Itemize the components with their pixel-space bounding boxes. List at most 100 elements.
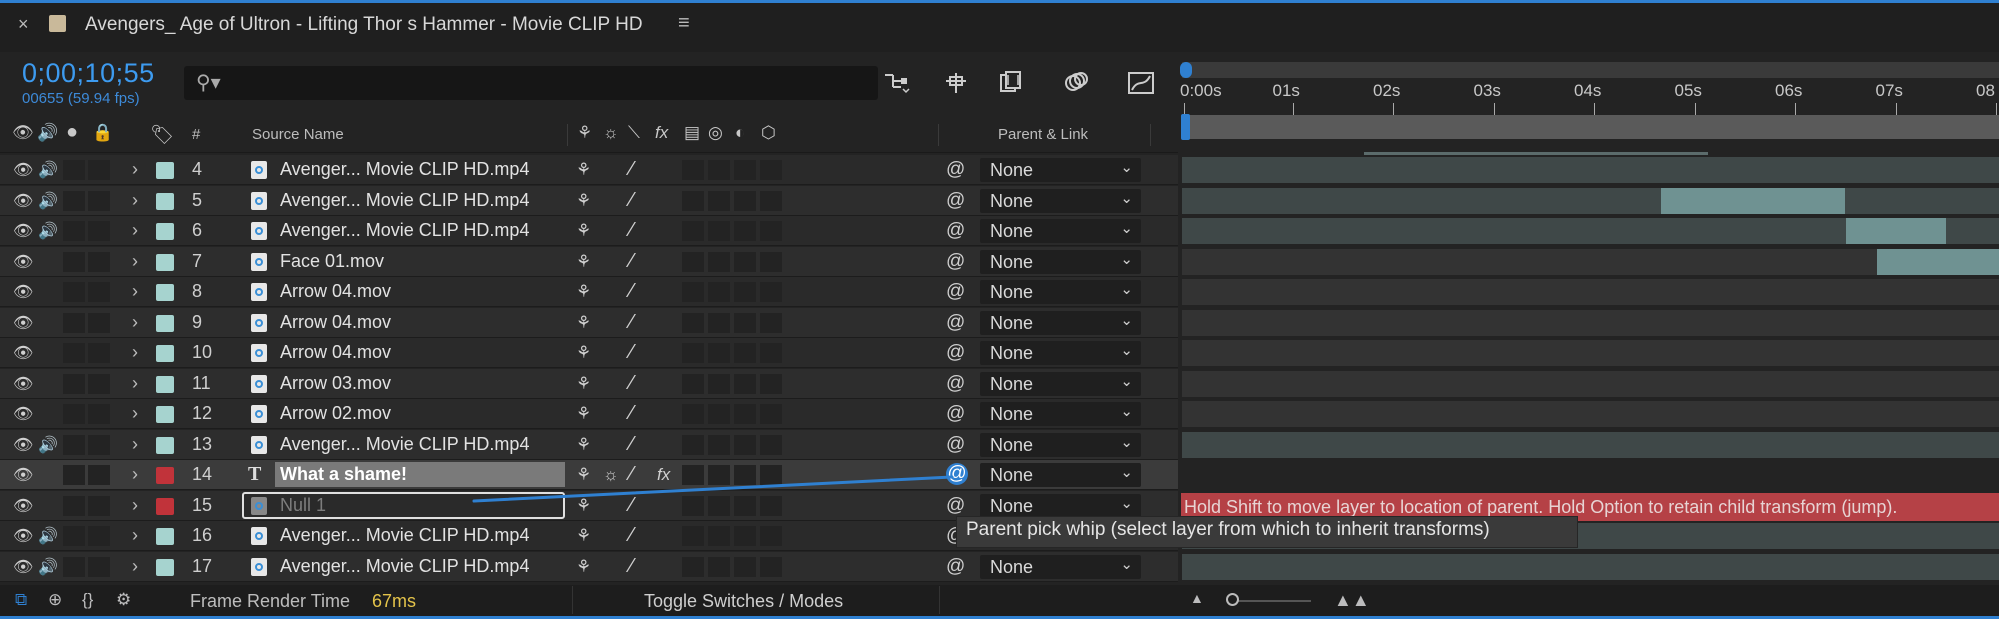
3d-switch[interactable] (760, 557, 782, 577)
solo-switch[interactable] (63, 557, 85, 577)
motion-blur-switch[interactable] (708, 282, 730, 302)
parent-dropdown[interactable]: None ⌄ (980, 250, 1141, 274)
speaker-icon[interactable]: 🔊 (38, 155, 58, 184)
layer-row[interactable]: 👁 › 12 Arrow 02.mov ⚘ ⁄ @ None ⌄ (0, 399, 1178, 429)
eye-icon[interactable]: 👁 (13, 430, 33, 459)
quality-switch-icon[interactable]: ⁄ (630, 399, 633, 428)
shy-switch-icon[interactable]: ⚘ (576, 460, 591, 489)
frame-blend-switch[interactable] (682, 160, 704, 180)
solo-switch[interactable] (63, 282, 85, 302)
solo-switch[interactable] (63, 191, 85, 211)
shy-switch-icon[interactable]: ⚘ (576, 155, 591, 184)
motion-blur-switch[interactable] (708, 221, 730, 241)
chevron-right-icon[interactable]: › (132, 552, 138, 581)
pick-whip-icon[interactable]: @ (946, 399, 965, 428)
transfer-controls-icon[interactable]: ⊕ (48, 590, 62, 610)
quality-switch-icon[interactable]: ⁄ (630, 552, 633, 581)
layer-source-name[interactable]: Arrow 04.mov (280, 308, 391, 337)
parent-dropdown[interactable]: None ⌄ (980, 158, 1141, 182)
layer-source-name[interactable]: What a shame! (280, 460, 407, 489)
label-color-swatch[interactable] (156, 345, 174, 362)
motion-blur-switch[interactable] (708, 404, 730, 424)
solo-switch[interactable] (63, 160, 85, 180)
motion-blur-switch[interactable] (708, 374, 730, 394)
composition-flowchart-icon[interactable] (880, 66, 912, 98)
layer-bar[interactable] (1182, 462, 1999, 488)
adjustment-switch[interactable] (734, 496, 756, 516)
layer-switches-icon[interactable]: ⧉ (15, 590, 27, 610)
layer-source-name[interactable]: Avenger... Movie CLIP HD.mp4 (280, 552, 529, 581)
quality-switch-icon[interactable]: ⁄ (630, 277, 633, 306)
pick-whip-icon[interactable]: @ (946, 216, 965, 245)
adjustment-switch[interactable] (734, 282, 756, 302)
layer-bar[interactable] (1182, 401, 1999, 427)
parent-dropdown[interactable]: None ⌄ (980, 494, 1141, 518)
shy-switch-icon[interactable]: ⚘ (576, 186, 591, 215)
frame-blend-switch[interactable] (682, 404, 704, 424)
lock-switch[interactable] (88, 496, 110, 516)
adjustment-switch[interactable] (734, 465, 756, 485)
motion-blur-switch[interactable] (708, 465, 730, 485)
parent-dropdown[interactable]: None ⌄ (980, 311, 1141, 335)
speaker-icon[interactable]: 🔊 (38, 216, 58, 245)
lock-switch[interactable] (88, 252, 110, 272)
layer-bar[interactable] (1182, 371, 1999, 397)
solo-switch[interactable] (63, 374, 85, 394)
composition-tab-title[interactable]: Avengers_ Age of Ultron - Lifting Thor s… (85, 14, 643, 36)
layer-source-name[interactable]: Avenger... Movie CLIP HD.mp4 (280, 521, 529, 550)
frame-blend-switch[interactable] (682, 252, 704, 272)
frame-blend-switch[interactable] (682, 282, 704, 302)
layer-bar[interactable] (1182, 279, 1999, 305)
chevron-right-icon[interactable]: › (132, 247, 138, 276)
3d-switch[interactable] (760, 343, 782, 363)
quality-switch-icon[interactable]: ⁄ (630, 521, 633, 550)
label-color-swatch[interactable] (156, 315, 174, 332)
lock-switch[interactable] (88, 160, 110, 180)
motion-blur-icon[interactable] (1060, 66, 1092, 98)
layer-search-input[interactable] (184, 66, 878, 100)
adjustment-switch[interactable] (734, 252, 756, 272)
eye-icon[interactable]: 👁 (13, 216, 33, 245)
parent-dropdown[interactable]: None ⌄ (980, 189, 1141, 213)
eye-icon[interactable]: 👁 (13, 338, 33, 367)
3d-switch[interactable] (760, 191, 782, 211)
layer-source-name[interactable]: Avenger... Movie CLIP HD.mp4 (280, 186, 529, 215)
motion-blur-switch[interactable] (708, 160, 730, 180)
chevron-right-icon[interactable]: › (132, 338, 138, 367)
lock-switch[interactable] (88, 557, 110, 577)
render-time-icon[interactable]: ⚙ (116, 590, 131, 610)
solo-switch[interactable] (63, 313, 85, 333)
lock-switch[interactable] (88, 465, 110, 485)
adjustment-switch[interactable] (734, 374, 756, 394)
zoom-slider-knob[interactable] (1226, 593, 1239, 606)
time-navigator[interactable] (1182, 62, 1999, 78)
frame-blend-switch[interactable] (682, 465, 704, 485)
lock-switch[interactable] (88, 191, 110, 211)
shy-switch-icon[interactable]: ⚘ (576, 552, 591, 581)
layer-row[interactable]: 👁 🔊 › 5 Avenger... Movie CLIP HD.mp4 ⚘ ⁄ @ None… (0, 186, 1178, 216)
lock-switch[interactable] (88, 404, 110, 424)
quality-switch-icon[interactable]: ⁄ (630, 369, 633, 398)
eye-icon[interactable]: 👁 (13, 186, 33, 215)
pick-whip-icon[interactable]: @ (946, 338, 965, 367)
motion-blur-switch[interactable] (708, 526, 730, 546)
effects-switch-icon[interactable]: fx (657, 460, 670, 489)
close-tab-icon[interactable]: × (18, 14, 29, 35)
layer-source-name[interactable]: Arrow 04.mov (280, 277, 391, 306)
shy-switch-icon[interactable]: ⚘ (576, 369, 591, 398)
adjustment-switch[interactable] (734, 343, 756, 363)
label-color-swatch[interactable] (156, 223, 174, 240)
shy-switch-icon[interactable]: ⚘ (576, 399, 591, 428)
chevron-right-icon[interactable]: › (132, 399, 138, 428)
adjustment-switch[interactable] (734, 557, 756, 577)
solo-switch[interactable] (63, 343, 85, 363)
speaker-icon[interactable]: 🔊 (38, 186, 58, 215)
pick-whip-icon[interactable]: @ (946, 155, 965, 184)
3d-switch[interactable] (760, 252, 782, 272)
search-icon[interactable]: ⚲▾ (196, 70, 221, 95)
lock-switch[interactable] (88, 313, 110, 333)
chevron-right-icon[interactable]: › (132, 308, 138, 337)
shy-switch-icon[interactable]: ⚘ (576, 430, 591, 459)
adjustment-switch[interactable] (734, 191, 756, 211)
quality-switch-icon[interactable]: ⁄ (630, 247, 633, 276)
